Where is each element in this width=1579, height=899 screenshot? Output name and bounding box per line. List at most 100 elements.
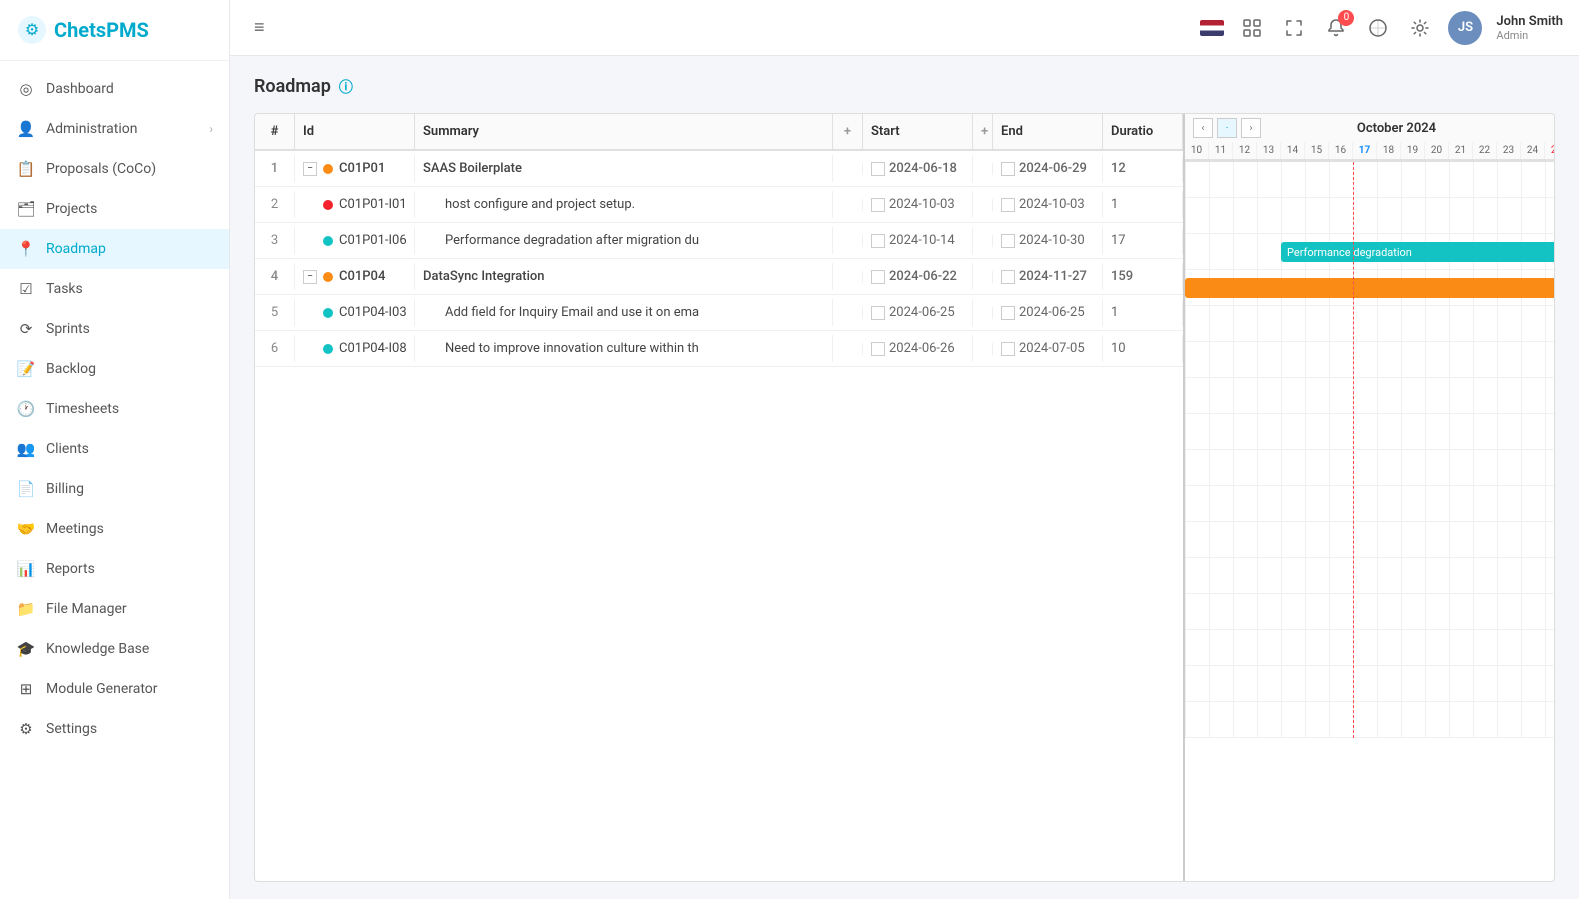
td-end-add[interactable] [973, 271, 993, 283]
start-checkbox[interactable] [871, 234, 885, 248]
td-add[interactable] [833, 307, 863, 319]
sidebar-item-administration[interactable]: 👤 Administration › [0, 109, 229, 149]
status-dot [323, 272, 333, 282]
sidebar-item-clients[interactable]: 👥 Clients [0, 429, 229, 469]
nav-label-settings: Settings [46, 721, 213, 737]
sidebar-item-roadmap[interactable]: 📍 Roadmap [0, 229, 229, 269]
end-checkbox[interactable] [1001, 342, 1015, 356]
notification-icon[interactable]: 0 [1322, 14, 1350, 42]
gantt-row [1185, 162, 1554, 198]
main-content: ≡ 0 [230, 0, 1579, 899]
start-checkbox[interactable] [871, 270, 885, 284]
end-checkbox[interactable] [1001, 162, 1015, 176]
page-content: Roadmap ⓘ # Id Summary + Start + End Dur… [230, 56, 1579, 899]
td-num: 6 [255, 335, 295, 362]
td-end: 2024-07-05 [993, 335, 1103, 362]
nav-label-tasks: Tasks [46, 281, 213, 297]
table-row[interactable]: 6 C01P04-I08 Need to improve innovation … [255, 331, 1183, 367]
table-row[interactable]: 2 C01P01-I01 host configure and project … [255, 187, 1183, 223]
sidebar-item-tasks[interactable]: ☑ Tasks [0, 269, 229, 309]
avatar[interactable]: JS [1448, 11, 1482, 45]
gantt-next-button[interactable]: › [1241, 118, 1261, 138]
sidebar-item-proposals[interactable]: 📋 Proposals (CoCo) [0, 149, 229, 189]
end-checkbox[interactable] [1001, 270, 1015, 284]
sidebar-item-knowledge-base[interactable]: 🎓 Knowledge Base [0, 629, 229, 669]
start-checkbox[interactable] [871, 198, 885, 212]
sidebar-item-projects[interactable]: 🗂 Projects [0, 189, 229, 229]
grid-icon[interactable] [1238, 14, 1266, 42]
td-id: C01P01-I06 [295, 227, 415, 254]
gantt-center-button[interactable]: · [1217, 118, 1237, 138]
collapse-btn[interactable]: − [303, 270, 317, 284]
nav-label-roadmap: Roadmap [46, 241, 213, 257]
col-header-end-add[interactable]: + [973, 114, 993, 149]
td-id: − C01P01 [295, 155, 415, 182]
sidebar: ⚙ ChetsPMS ◎ Dashboard 👤 Administration … [0, 0, 230, 899]
status-dot [323, 164, 333, 174]
gantt-bar-performance[interactable]: Performance degradation [1281, 242, 1554, 262]
sidebar-logo[interactable]: ⚙ ChetsPMS [0, 0, 229, 61]
end-checkbox[interactable] [1001, 234, 1015, 248]
td-duration: 1 [1103, 191, 1183, 218]
today-line [1353, 162, 1354, 738]
table-row[interactable]: 4 − C01P04 DataSync Integration 2024-06-… [255, 259, 1183, 295]
gantt-day: 20 [1425, 142, 1449, 159]
table-row[interactable]: 1 − C01P01 SAAS Boilerplate 2024-06-18 2… [255, 151, 1183, 187]
td-add[interactable] [833, 343, 863, 355]
td-end-add[interactable] [973, 199, 993, 211]
td-num: 3 [255, 227, 295, 254]
hamburger-button[interactable]: ≡ [246, 13, 273, 42]
sidebar-item-meetings[interactable]: 🤝 Meetings [0, 509, 229, 549]
gantt-prev-button[interactable]: ‹ [1193, 118, 1213, 138]
start-checkbox[interactable] [871, 162, 885, 176]
sidebar-item-backlog[interactable]: 📝 Backlog [0, 349, 229, 389]
start-checkbox[interactable] [871, 306, 885, 320]
gantt-day: 13 [1257, 142, 1281, 159]
td-end-add[interactable] [973, 343, 993, 355]
theme-toggle[interactable] [1364, 14, 1392, 42]
td-end-add[interactable] [973, 163, 993, 175]
start-checkbox[interactable] [871, 342, 885, 356]
col-header-num: # [255, 114, 295, 149]
col-header-add[interactable]: + [833, 114, 863, 149]
td-add[interactable] [833, 199, 863, 211]
table-row[interactable]: 5 C01P04-I03 Add field for Inquiry Email… [255, 295, 1183, 331]
end-checkbox[interactable] [1001, 306, 1015, 320]
td-add[interactable] [833, 271, 863, 283]
table-row[interactable]: 3 C01P01-I06 Performance degradation aft… [255, 223, 1183, 259]
roadmap-container: # Id Summary + Start + End Duratio 1 − C… [254, 113, 1555, 882]
td-end: 2024-06-25 [993, 299, 1103, 326]
gantt-row [1185, 450, 1554, 486]
td-add[interactable] [833, 235, 863, 247]
sidebar-item-module-generator[interactable]: ⊞ Module Generator [0, 669, 229, 709]
col-header-end: End [993, 114, 1103, 149]
nav-icon-projects: 🗂 [16, 199, 36, 219]
sidebar-item-dashboard[interactable]: ◎ Dashboard [0, 69, 229, 109]
gantt-day: 11 [1209, 142, 1233, 159]
td-end-add[interactable] [973, 235, 993, 247]
nav-label-sprints: Sprints [46, 321, 213, 337]
end-checkbox[interactable] [1001, 198, 1015, 212]
settings-icon[interactable] [1406, 14, 1434, 42]
language-flag[interactable] [1200, 20, 1224, 36]
gantt-day: 18 [1377, 142, 1401, 159]
collapse-btn[interactable]: − [303, 162, 317, 176]
sidebar-item-file-manager[interactable]: 📁 File Manager [0, 589, 229, 629]
gantt-body[interactable]: Performance degradation [1185, 162, 1554, 881]
nav-label-clients: Clients [46, 441, 213, 457]
logo-icon: ⚙ [16, 14, 48, 46]
nav-icon-backlog: 📝 [16, 359, 36, 379]
fullscreen-icon[interactable] [1280, 14, 1308, 42]
td-add[interactable] [833, 163, 863, 175]
sidebar-item-reports[interactable]: 📊 Reports [0, 549, 229, 589]
id-text: C01P01-I01 [339, 197, 407, 212]
td-end-add[interactable] [973, 307, 993, 319]
gantt-bar-datasync[interactable] [1185, 278, 1554, 298]
info-icon[interactable]: ⓘ [339, 77, 353, 97]
sidebar-item-settings[interactable]: ⚙ Settings [0, 709, 229, 749]
nav-arrow-administration: › [209, 122, 213, 136]
sidebar-item-timesheets[interactable]: 🕐 Timesheets [0, 389, 229, 429]
sidebar-item-sprints[interactable]: ⟳ Sprints [0, 309, 229, 349]
id-text: C01P01-I06 [339, 233, 407, 248]
sidebar-item-billing[interactable]: 📄 Billing [0, 469, 229, 509]
